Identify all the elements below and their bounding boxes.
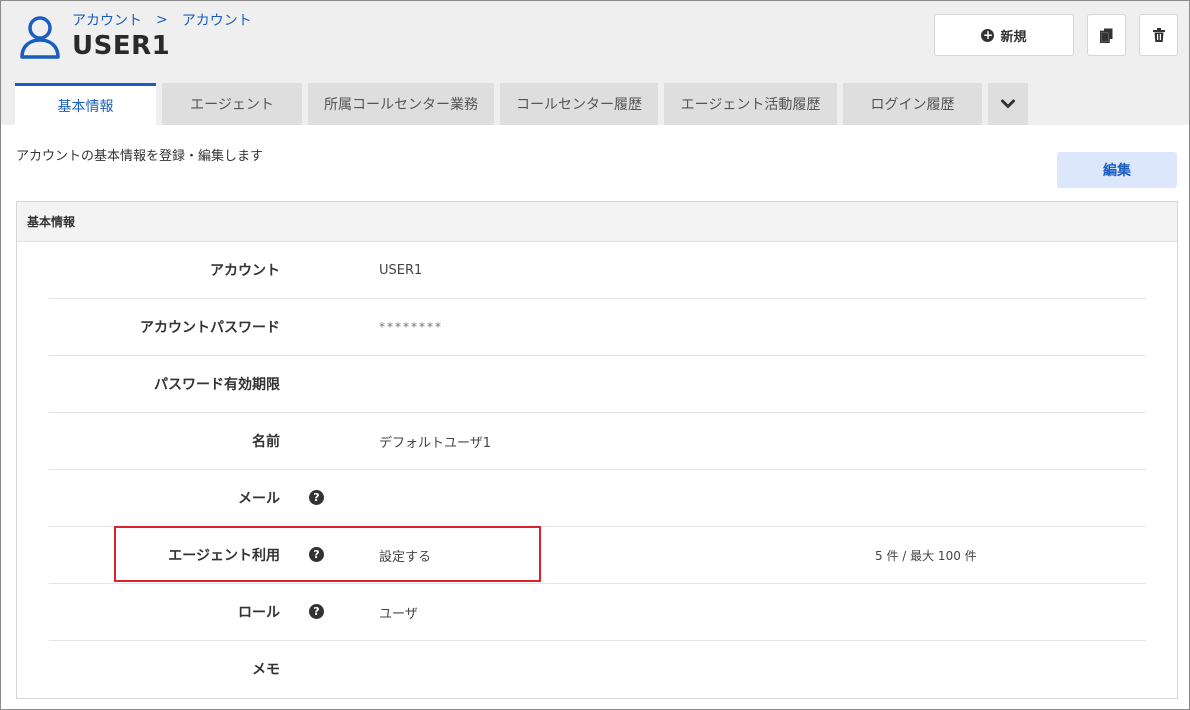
field-label: アカウントパスワード bbox=[140, 320, 280, 336]
field-label: アカウント bbox=[210, 263, 280, 279]
help-icon[interactable]: ? bbox=[309, 490, 324, 505]
field-row-account: アカウント USER1 bbox=[49, 242, 1146, 299]
copy-button[interactable] bbox=[1087, 14, 1126, 56]
tab-bar: 基本情報 エージェント 所属コールセンター業務 コールセンター履歴 エージェント… bbox=[15, 83, 1028, 125]
field-label: メモ bbox=[252, 662, 280, 678]
new-button-label: 新規 bbox=[1000, 29, 1027, 45]
app-window: アカウント > アカウント USER1 + 新規 基本情報 エージェント 所属コ… bbox=[0, 0, 1190, 710]
breadcrumb: アカウント > アカウント bbox=[72, 10, 252, 30]
plus-circle-icon: + bbox=[981, 27, 995, 42]
edit-button[interactable]: 編集 bbox=[1057, 152, 1177, 188]
field-label: パスワード有効期限 bbox=[154, 377, 280, 393]
field-label: メール bbox=[238, 491, 280, 507]
new-button[interactable]: + 新規 bbox=[934, 14, 1074, 56]
copy-icon bbox=[1100, 28, 1113, 43]
tab-login-history[interactable]: ログイン履歴 bbox=[843, 83, 982, 125]
header-bar: アカウント > アカウント USER1 + 新規 基本情報 エージェント 所属コ… bbox=[1, 1, 1189, 125]
field-row-account-password: アカウントパスワード ******** bbox=[49, 299, 1146, 356]
field-row-role: ロール ? ユーザ bbox=[49, 584, 1146, 641]
breadcrumb-link-account-parent[interactable]: アカウント bbox=[72, 10, 142, 30]
delete-button[interactable] bbox=[1139, 14, 1178, 56]
tab-more-button[interactable] bbox=[988, 83, 1028, 125]
tab-agent-activity-history[interactable]: エージェント活動履歴 bbox=[664, 83, 837, 125]
field-label: ロール bbox=[238, 605, 280, 621]
breadcrumb-link-account[interactable]: アカウント bbox=[182, 10, 252, 30]
basic-info-panel: 基本情報 アカウント USER1 アカウントパスワード ******** パスワ… bbox=[16, 201, 1178, 699]
tab-call-center-business[interactable]: 所属コールセンター業務 bbox=[308, 83, 494, 125]
field-label: エージェント利用 bbox=[168, 548, 280, 564]
field-row-password-expiry: パスワード有効期限 bbox=[49, 356, 1146, 413]
chevron-down-icon bbox=[1001, 99, 1015, 108]
field-row-agent-usage: エージェント利用 ? 設定する 5 件 / 最大 100 件 bbox=[49, 527, 1146, 584]
breadcrumb-separator: > bbox=[156, 12, 168, 28]
page-description: アカウントの基本情報を登録・編集します bbox=[16, 149, 264, 164]
trash-icon bbox=[1152, 28, 1165, 42]
field-row-email: メール ? bbox=[49, 470, 1146, 527]
field-value: ******** bbox=[379, 320, 443, 334]
field-value: デフォルトユーザ1 bbox=[379, 435, 492, 451]
field-value: 設定する bbox=[379, 549, 432, 565]
help-icon[interactable]: ? bbox=[309, 604, 324, 619]
user-icon bbox=[20, 16, 60, 59]
agent-count-text: 5 件 / 最大 100 件 bbox=[875, 548, 977, 563]
page-title: USER1 bbox=[72, 31, 171, 61]
field-row-memo: メモ bbox=[49, 641, 1146, 698]
field-label: 名前 bbox=[252, 434, 280, 450]
tab-agent[interactable]: エージェント bbox=[162, 83, 302, 125]
field-value: ユーザ bbox=[379, 606, 418, 622]
field-value: USER1 bbox=[379, 262, 423, 278]
help-icon[interactable]: ? bbox=[309, 547, 324, 562]
tab-call-center-history[interactable]: コールセンター履歴 bbox=[500, 83, 658, 125]
field-row-name: 名前 デフォルトユーザ1 bbox=[49, 413, 1146, 470]
tab-basic-info[interactable]: 基本情報 bbox=[15, 83, 156, 125]
panel-title: 基本情報 bbox=[17, 202, 1177, 242]
